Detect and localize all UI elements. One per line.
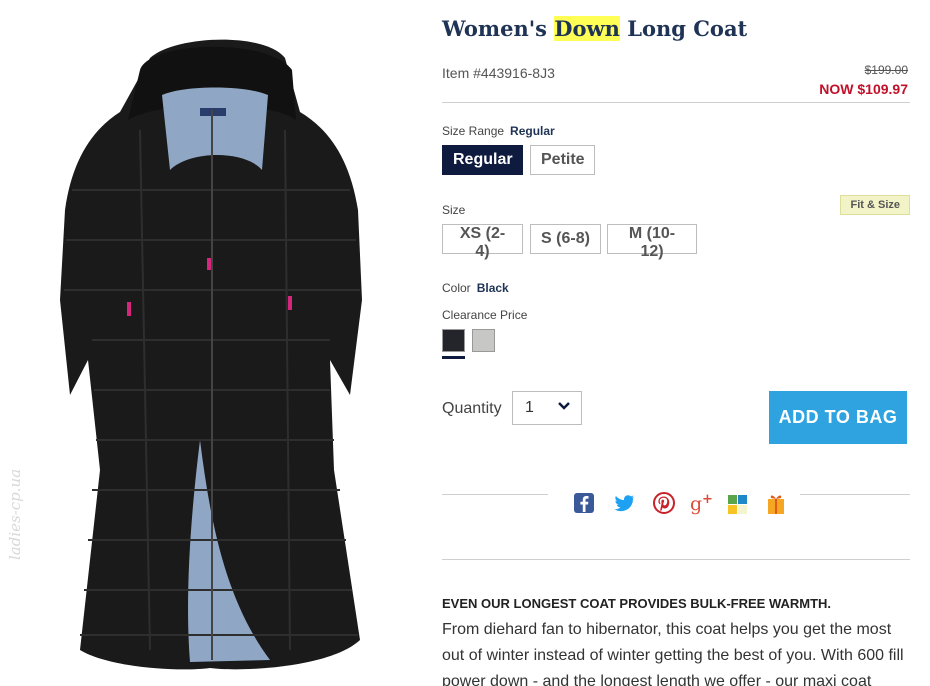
size-range-selected: Regular [510,124,555,138]
swatch-gray[interactable] [472,329,495,352]
description-body: From diehard fan to hibernator, this coa… [442,621,904,686]
size-label: Size [442,203,466,217]
down-coat-image [60,39,362,670]
size-range-petite-button[interactable]: Petite [530,145,595,175]
quantity-label: Quantity [442,400,502,417]
product-title: Women's Down Long Coat [442,16,747,41]
size-range-heading: Size Range [442,124,505,138]
sale-price: NOW $109.97 [819,81,908,97]
original-price: $199.00 [864,63,908,77]
divider [442,102,910,103]
color-label: Color Black [442,281,509,295]
size-range-label: Size Range Regular [442,124,555,138]
size-s-button[interactable]: S (6-8) [530,224,601,254]
color-heading: Color [442,281,471,295]
title-prefix: Women's [442,16,547,41]
windows-live-icon[interactable] [726,491,750,515]
size-m-button[interactable]: M (10-12) [607,224,697,260]
svg-text:g: g [690,493,702,515]
description-divider [442,559,910,560]
clearance-note: Clearance Price [442,308,528,322]
share-divider-right [800,494,910,495]
watermark: ladies-cp.ua [6,468,24,560]
chevron-down-icon [557,396,571,421]
description-heading: EVEN OUR LONGEST COAT PROVIDES BULK-FREE… [442,596,832,611]
title-suffix: Long Coat [627,16,748,41]
swatch-black[interactable] [442,329,465,352]
share-divider-left [442,494,548,495]
swatch-selected-indicator [442,356,465,359]
add-to-bag-button[interactable]: ADD TO BAG [769,391,907,444]
title-highlight: Down [554,16,620,41]
quantity-select[interactable]: 1 [512,391,582,425]
item-number: Item #443916-8J3 [442,65,555,81]
size-range-regular-button[interactable]: Regular [442,145,523,175]
google-plus-icon[interactable]: g + [690,491,714,515]
gift-icon[interactable] [764,491,788,515]
pinterest-icon[interactable] [652,491,676,515]
product-image[interactable]: ladies-cp.ua [0,0,420,686]
twitter-icon[interactable] [612,491,636,515]
facebook-icon[interactable] [572,491,596,515]
fit-size-link[interactable]: Fit & Size [840,195,910,215]
size-xs-button[interactable]: XS (2-4) [442,224,523,260]
svg-text:+: + [702,492,713,507]
quantity-value: 1 [525,399,534,416]
color-selected: Black [476,281,509,295]
